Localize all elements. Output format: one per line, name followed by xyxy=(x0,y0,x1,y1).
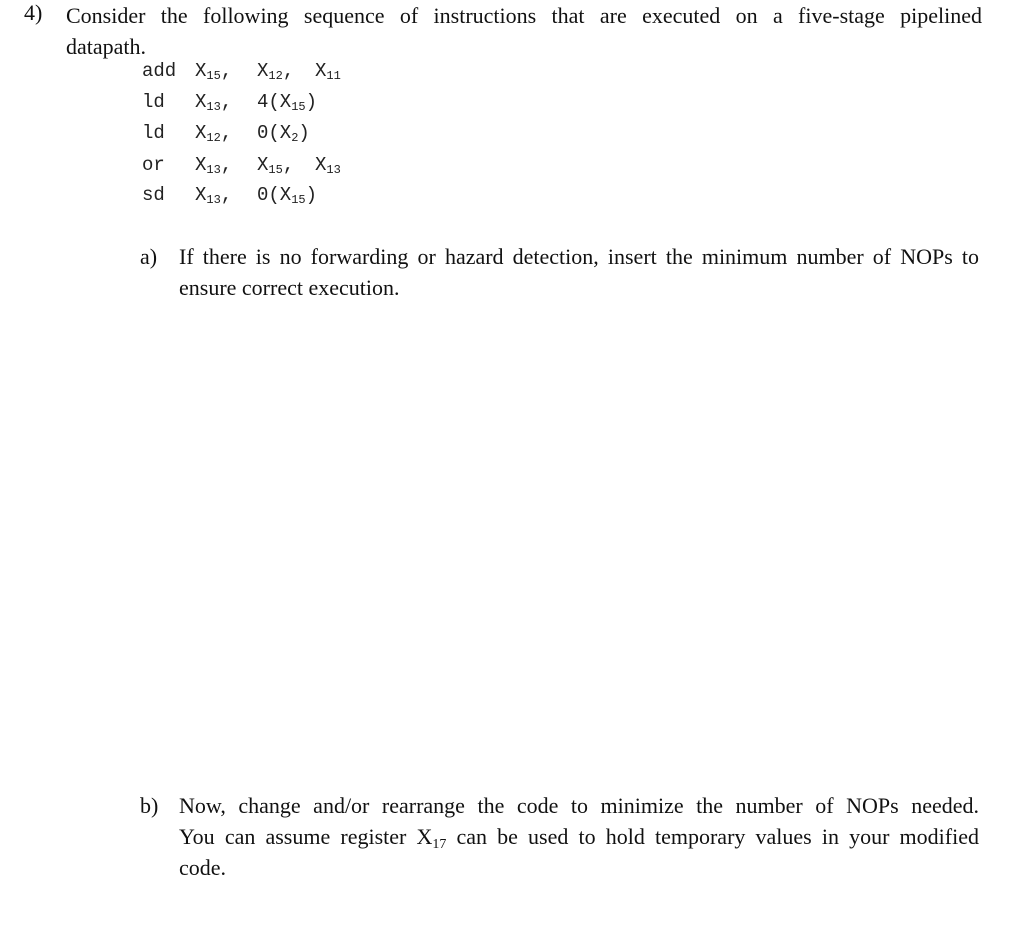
operand: X13, xyxy=(195,184,233,207)
operand: X13 xyxy=(315,154,341,177)
operand: X13, xyxy=(195,154,233,177)
question-line-2: datapath. xyxy=(66,34,147,59)
operand: X15, xyxy=(257,154,295,177)
part-a-label: a) xyxy=(140,244,158,269)
question-text: Consider the following sequence of instr… xyxy=(66,0,982,62)
part-b-text: Now, change and/or rearrange the code to… xyxy=(179,793,979,880)
part-a-text: If there is no forwarding or hazard dete… xyxy=(179,244,979,300)
question-number: 4) xyxy=(24,0,43,25)
operand: 0(X15) xyxy=(257,184,318,207)
opcode: sd xyxy=(142,184,165,206)
operand: X12, xyxy=(195,122,233,145)
operand: X11 xyxy=(315,60,341,83)
opcode: ld xyxy=(142,91,165,113)
part-b-label: b) xyxy=(140,793,159,818)
opcode: add xyxy=(142,60,177,82)
operand: X15, xyxy=(195,60,233,83)
operand: X13, xyxy=(195,91,233,114)
operand: 4(X15) xyxy=(257,91,318,114)
operand: 0(X2) xyxy=(257,122,310,145)
question-line-1: Consider the following sequence of instr… xyxy=(66,3,982,28)
operand: X12, xyxy=(257,60,295,83)
opcode: or xyxy=(142,154,165,176)
opcode: ld xyxy=(142,122,165,144)
